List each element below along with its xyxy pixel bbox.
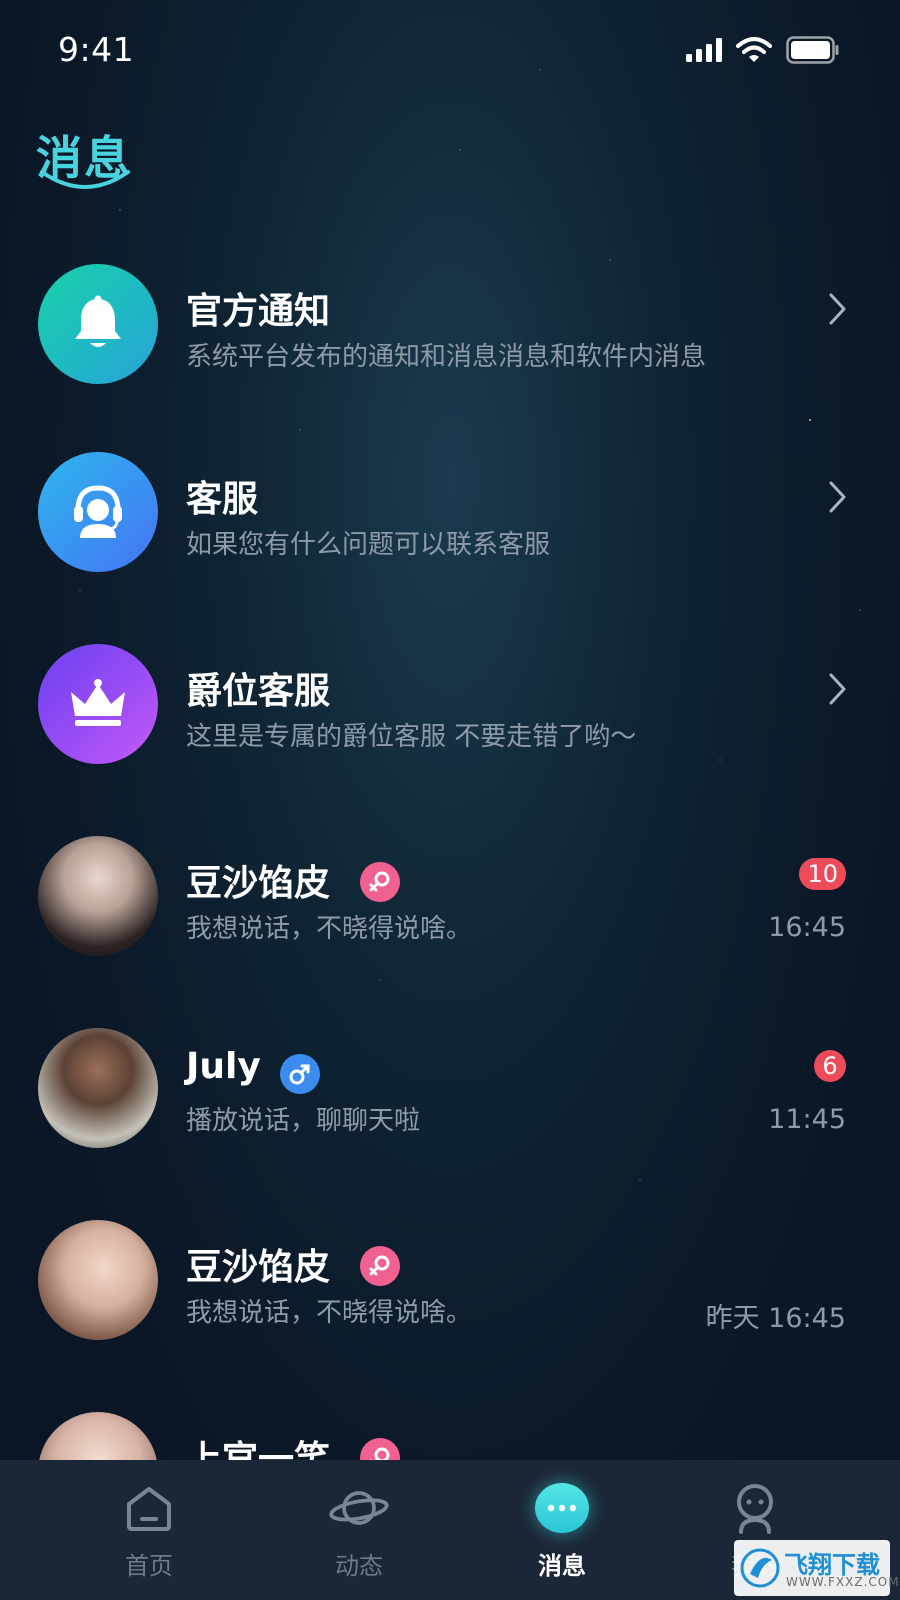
- chat-message: 我想说话，不晓得说啥。: [186, 914, 473, 944]
- chevron-right-icon: [829, 481, 846, 513]
- female-icon: [360, 862, 400, 902]
- row-title: 爵位客服: [186, 671, 331, 712]
- notice-avatar: [38, 264, 158, 384]
- customer-service-row[interactable]: 客服 如果您有什么问题可以联系客服: [0, 438, 900, 588]
- status-time: 9:41: [58, 30, 135, 69]
- chat-bubble-icon: [532, 1478, 592, 1538]
- service-avatar: [38, 452, 158, 572]
- crown-icon: [71, 679, 125, 726]
- unread-badge: 10: [799, 858, 846, 890]
- chat-time: 16:45: [768, 912, 846, 943]
- watermark-logo-icon: [740, 1548, 780, 1588]
- user-avatar: [38, 1220, 158, 1340]
- row-subtitle: 如果您有什么问题可以联系客服: [186, 530, 551, 560]
- row-subtitle: 这里是专属的爵位客服 不要走错了哟～: [186, 722, 637, 752]
- chat-row[interactable]: July 6 播放说话，聊聊天啦 11:45: [0, 1014, 900, 1164]
- chevron-right-icon: [829, 293, 846, 325]
- tab-label: 首页: [125, 1552, 173, 1580]
- row-subtitle: 系统平台发布的通知和消息消息和软件内消息: [186, 342, 707, 372]
- tab-home[interactable]: 首页: [74, 1460, 224, 1600]
- vip-avatar: [38, 644, 158, 764]
- signal-icon: [686, 38, 722, 66]
- watermark-url: WWW.FXXZ.COM: [786, 1575, 900, 1589]
- chat-name: July: [186, 1046, 261, 1087]
- starfield-background: [0, 0, 900, 1600]
- chat-name: 豆沙馅皮: [186, 1247, 331, 1288]
- status-icons: [686, 36, 840, 68]
- home-icon: [119, 1478, 179, 1538]
- chat-time: 11:45: [768, 1104, 846, 1135]
- tab-moments[interactable]: 动态: [284, 1460, 434, 1600]
- male-icon: [280, 1054, 320, 1094]
- official-notice-row[interactable]: 官方通知 系统平台发布的通知和消息消息和软件内消息: [0, 250, 900, 400]
- battery-icon: [786, 36, 840, 68]
- user-avatar: [38, 836, 158, 956]
- female-icon: [360, 1246, 400, 1286]
- headset-icon: [74, 485, 122, 538]
- planet-icon: [329, 1478, 389, 1538]
- chat-row[interactable]: 豆沙馅皮 我想说话，不晓得说啥。 昨天 16:45: [0, 1206, 900, 1356]
- chat-row[interactable]: 豆沙馅皮 10 我想说话，不晓得说啥。 16:45: [0, 822, 900, 972]
- profile-icon: [725, 1478, 785, 1538]
- chat-name: 豆沙馅皮: [186, 863, 331, 904]
- wifi-icon: [736, 37, 772, 67]
- chat-time: 昨天 16:45: [705, 1303, 846, 1334]
- status-bar: 9:41: [0, 0, 900, 100]
- row-title: 客服: [186, 479, 259, 520]
- bell-icon: [75, 295, 121, 347]
- chevron-right-icon: [829, 673, 846, 705]
- tab-label: 消息: [538, 1552, 586, 1580]
- chat-message: 播放说话，聊聊天啦: [186, 1106, 421, 1136]
- user-avatar: [38, 1028, 158, 1148]
- unread-badge: 6: [814, 1050, 846, 1082]
- watermark: 飞翔下载 WWW.FXXZ.COM: [734, 1540, 899, 1596]
- chat-message: 我想说话，不晓得说啥。: [186, 1298, 473, 1328]
- tab-messages[interactable]: 消息: [487, 1460, 637, 1600]
- tab-label: 动态: [335, 1552, 383, 1580]
- title-underline-smile-icon: [40, 170, 130, 189]
- row-title: 官方通知: [186, 291, 331, 332]
- vip-service-row[interactable]: 爵位客服 这里是专属的爵位客服 不要走错了哟～: [0, 630, 900, 780]
